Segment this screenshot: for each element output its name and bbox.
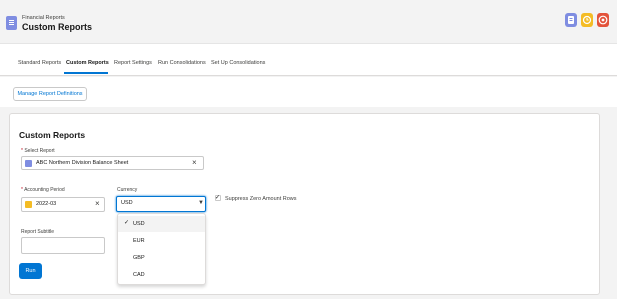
active-tab-indicator: [64, 72, 108, 74]
accounting-period-value: 2022-03: [36, 201, 57, 207]
manage-report-definitions-button[interactable]: Manage Report Definitions: [13, 87, 87, 101]
help-icon[interactable]: [597, 13, 609, 27]
chevron-down-icon[interactable]: ▼: [198, 200, 204, 206]
currency-option-cad[interactable]: CAD: [133, 272, 145, 278]
currency-option-gbp[interactable]: GBP: [133, 255, 145, 261]
app-icon: [6, 16, 17, 30]
page-header: Financial Reports Custom Reports: [0, 0, 617, 44]
checkbox-check-icon: ✓: [215, 195, 221, 201]
toolbar: Manage Report Definitions: [0, 77, 617, 107]
report-subtitle-label: Report Subtitle: [21, 229, 55, 235]
currency-label: Currency: [117, 187, 138, 193]
clear-report-icon[interactable]: ×: [192, 159, 197, 167]
accounting-period-label: * Accounting Period: [21, 187, 65, 193]
tab-run-consolidations[interactable]: Run Consolidations: [158, 60, 206, 66]
select-report-value: ABC Northern Division Balance Sheet: [36, 160, 129, 166]
tab-bar: Standard Reports Custom Reports Report S…: [0, 44, 617, 76]
tab-standard-reports[interactable]: Standard Reports: [18, 60, 61, 66]
report-subtitle-input[interactable]: [21, 237, 105, 254]
clear-period-icon[interactable]: ×: [95, 200, 100, 208]
run-button[interactable]: Run: [19, 263, 42, 279]
currency-value: USD: [121, 200, 133, 206]
document-icon[interactable]: [565, 13, 577, 27]
card-title: Custom Reports: [19, 130, 86, 140]
tab-report-settings[interactable]: Report Settings: [114, 60, 152, 66]
check-icon: ✓: [124, 220, 130, 226]
tab-set-up-consolidations[interactable]: Set Up Consolidations: [211, 60, 265, 66]
tab-custom-reports[interactable]: Custom Reports: [66, 60, 109, 66]
page-title: Custom Reports: [22, 22, 93, 32]
accounting-period-field[interactable]: [21, 197, 105, 212]
suppress-zero-label: Suppress Zero Amount Rows: [225, 196, 297, 202]
select-report-label: * Select Report: [21, 148, 55, 154]
report-icon: [25, 160, 32, 167]
calendar-icon: [25, 201, 32, 208]
currency-option-eur[interactable]: EUR: [133, 238, 145, 244]
dropdown-highlight: [118, 216, 205, 232]
header-subtitle: Financial Reports: [22, 15, 65, 21]
currency-option-usd[interactable]: USD: [133, 221, 145, 227]
clock-icon[interactable]: [581, 13, 593, 27]
